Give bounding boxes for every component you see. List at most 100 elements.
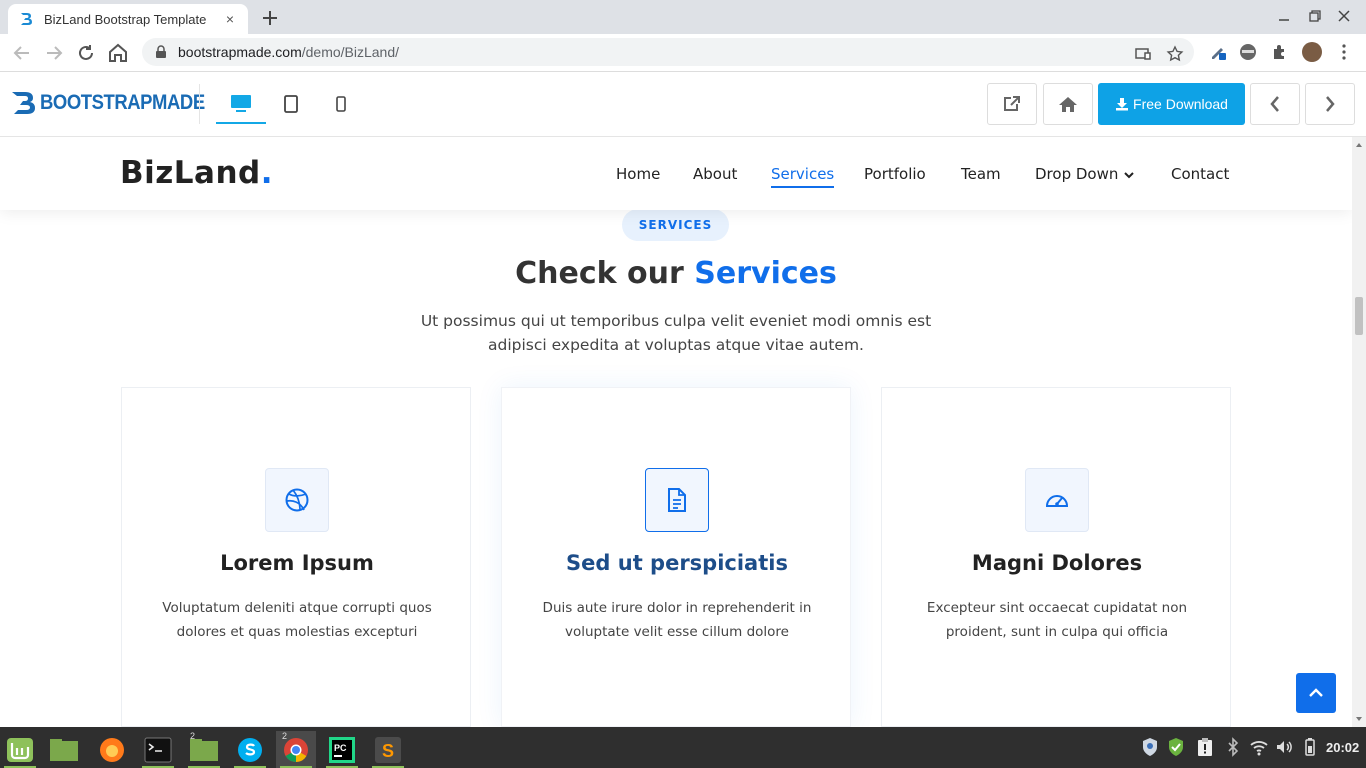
site-logo-text: BizLand [120,155,261,191]
clock[interactable]: 20:02 [1326,740,1359,755]
window-count-badge: 2 [190,731,196,741]
bluetooth-icon[interactable] [1223,737,1243,757]
svg-text:PC: PC [334,743,347,753]
page-scrollbar[interactable] [1352,137,1366,727]
section-subtitle: Ut possimus qui ut temporibus culpa veli… [420,312,932,354]
tachometer-icon [1045,495,1069,507]
wifi-icon[interactable] [1249,737,1269,757]
chrome-button[interactable]: 2 [276,731,316,768]
nav-team[interactable]: Team [961,165,1001,183]
forward-icon[interactable] [42,41,66,65]
open-external-button[interactable] [987,83,1037,125]
extension-pen-icon[interactable] [1208,42,1228,62]
sublime-text-icon: S [375,736,401,763]
cast-icon[interactable] [1134,45,1152,63]
service-title: Lorem Ipsum [220,551,374,575]
pycharm-button[interactable]: PC [322,731,362,768]
tablet-icon [284,95,298,113]
mint-menu-button[interactable] [0,731,40,768]
dribbble-icon [285,488,309,512]
profile-avatar[interactable] [1302,42,1322,62]
free-download-label: Free Download [1133,96,1228,112]
back-icon[interactable] [10,41,34,65]
menu-kebab-icon[interactable] [1334,42,1354,62]
address-bar[interactable]: bootstrapmade.com/demo/BizLand/ [142,38,1194,66]
bootstrapmade-favicon-icon [21,13,32,25]
chevron-down-icon [1124,171,1135,178]
new-tab-icon[interactable] [258,6,282,30]
bootstrapmade-logo-icon [12,92,35,114]
site-logo[interactable]: BizLand. [120,155,273,191]
service-icon-box [1025,468,1089,532]
service-card[interactable]: Lorem Ipsum Voluptatum deleniti atque co… [121,387,471,727]
nav-about[interactable]: About [693,165,737,183]
bootstrapmade-logo[interactable]: BOOTSTRAPMADE [10,89,227,117]
firefox-icon [100,737,124,762]
update-check-icon[interactable] [1166,737,1186,757]
nav-drop-down-label: Drop Down [1035,165,1119,183]
back-to-top-button[interactable] [1296,673,1336,713]
taskbar: 2 2 PC S 20:02 [0,727,1366,768]
site-header: BizLand. Home About Services Portfolio T… [0,137,1352,210]
service-card[interactable]: Sed ut perspiciatis Duis aute irure dolo… [501,387,851,727]
chevron-right-icon [1326,96,1335,112]
nav-home[interactable]: Home [616,165,660,183]
service-title: Sed ut perspiciatis [566,551,788,575]
nav-contact[interactable]: Contact [1171,165,1229,183]
previous-template-button[interactable] [1250,83,1300,125]
folder-icon [190,738,218,761]
next-template-button[interactable] [1305,83,1355,125]
mobile-icon [336,96,346,112]
url-path: /demo/BizLand/ [301,44,400,60]
tablet-view-button[interactable] [266,84,316,124]
tab-close-icon[interactable]: × [222,11,238,27]
browser-toolbar: bootstrapmade.com/demo/BizLand/ [0,34,1366,72]
bookmark-star-icon[interactable] [1166,45,1184,63]
window-count-badge: 2 [282,731,288,741]
divider [199,84,200,124]
home-page-button[interactable] [1043,83,1093,125]
nav-portfolio[interactable]: Portfolio [864,165,926,183]
file-icon [668,488,686,512]
pycharm-icon: PC [329,736,355,763]
scroll-up-arrow-icon[interactable] [1355,141,1363,149]
browser-tab-strip: BizLand Bootstrap Template × [0,0,1366,34]
show-desktop-button[interactable] [44,731,84,768]
sublime-text-button[interactable]: S [368,731,408,768]
download-icon [1116,98,1129,111]
scroll-down-arrow-icon[interactable] [1355,715,1363,723]
volume-icon[interactable] [1274,737,1294,757]
files-button[interactable]: 2 [184,731,224,768]
home-icon[interactable] [106,41,130,65]
section-title: Check our Services [0,256,1352,291]
terminal-button[interactable] [138,731,178,768]
close-window-icon[interactable] [1336,8,1352,24]
scrollbar-thumb[interactable] [1355,297,1363,335]
shield-icon[interactable] [1140,737,1160,757]
folder-icon [50,738,78,761]
browser-tab[interactable]: BizLand Bootstrap Template × [8,4,248,34]
clipboard-alert-icon[interactable] [1195,737,1215,757]
desktop-view-button[interactable] [216,84,266,124]
minimize-icon[interactable] [1276,8,1292,24]
external-link-icon [1004,96,1020,111]
reload-icon[interactable] [74,41,98,65]
mobile-view-button[interactable] [316,84,366,124]
bootstrapmade-wordmark: BOOTSTRAPMADE [40,91,205,114]
service-card[interactable]: Magni Dolores Excepteur sint occaecat cu… [881,387,1231,727]
nav-services[interactable]: Services [771,165,835,188]
battery-icon[interactable] [1300,737,1320,757]
tab-title: BizLand Bootstrap Template [44,11,207,27]
free-download-button[interactable]: Free Download [1098,83,1245,125]
restore-icon[interactable] [1307,8,1323,24]
extension-mask-icon[interactable] [1238,42,1258,62]
lock-icon [156,45,166,58]
nav-drop-down[interactable]: Drop Down [1035,165,1135,183]
skype-button[interactable] [230,731,270,768]
home-icon [1059,97,1077,112]
extensions-puzzle-icon[interactable] [1270,42,1290,62]
chevron-up-icon [1309,688,1323,697]
service-title: Magni Dolores [971,551,1143,575]
firefox-button[interactable] [92,731,132,768]
service-description: Duis aute irure dolor in reprehenderit i… [542,600,812,640]
